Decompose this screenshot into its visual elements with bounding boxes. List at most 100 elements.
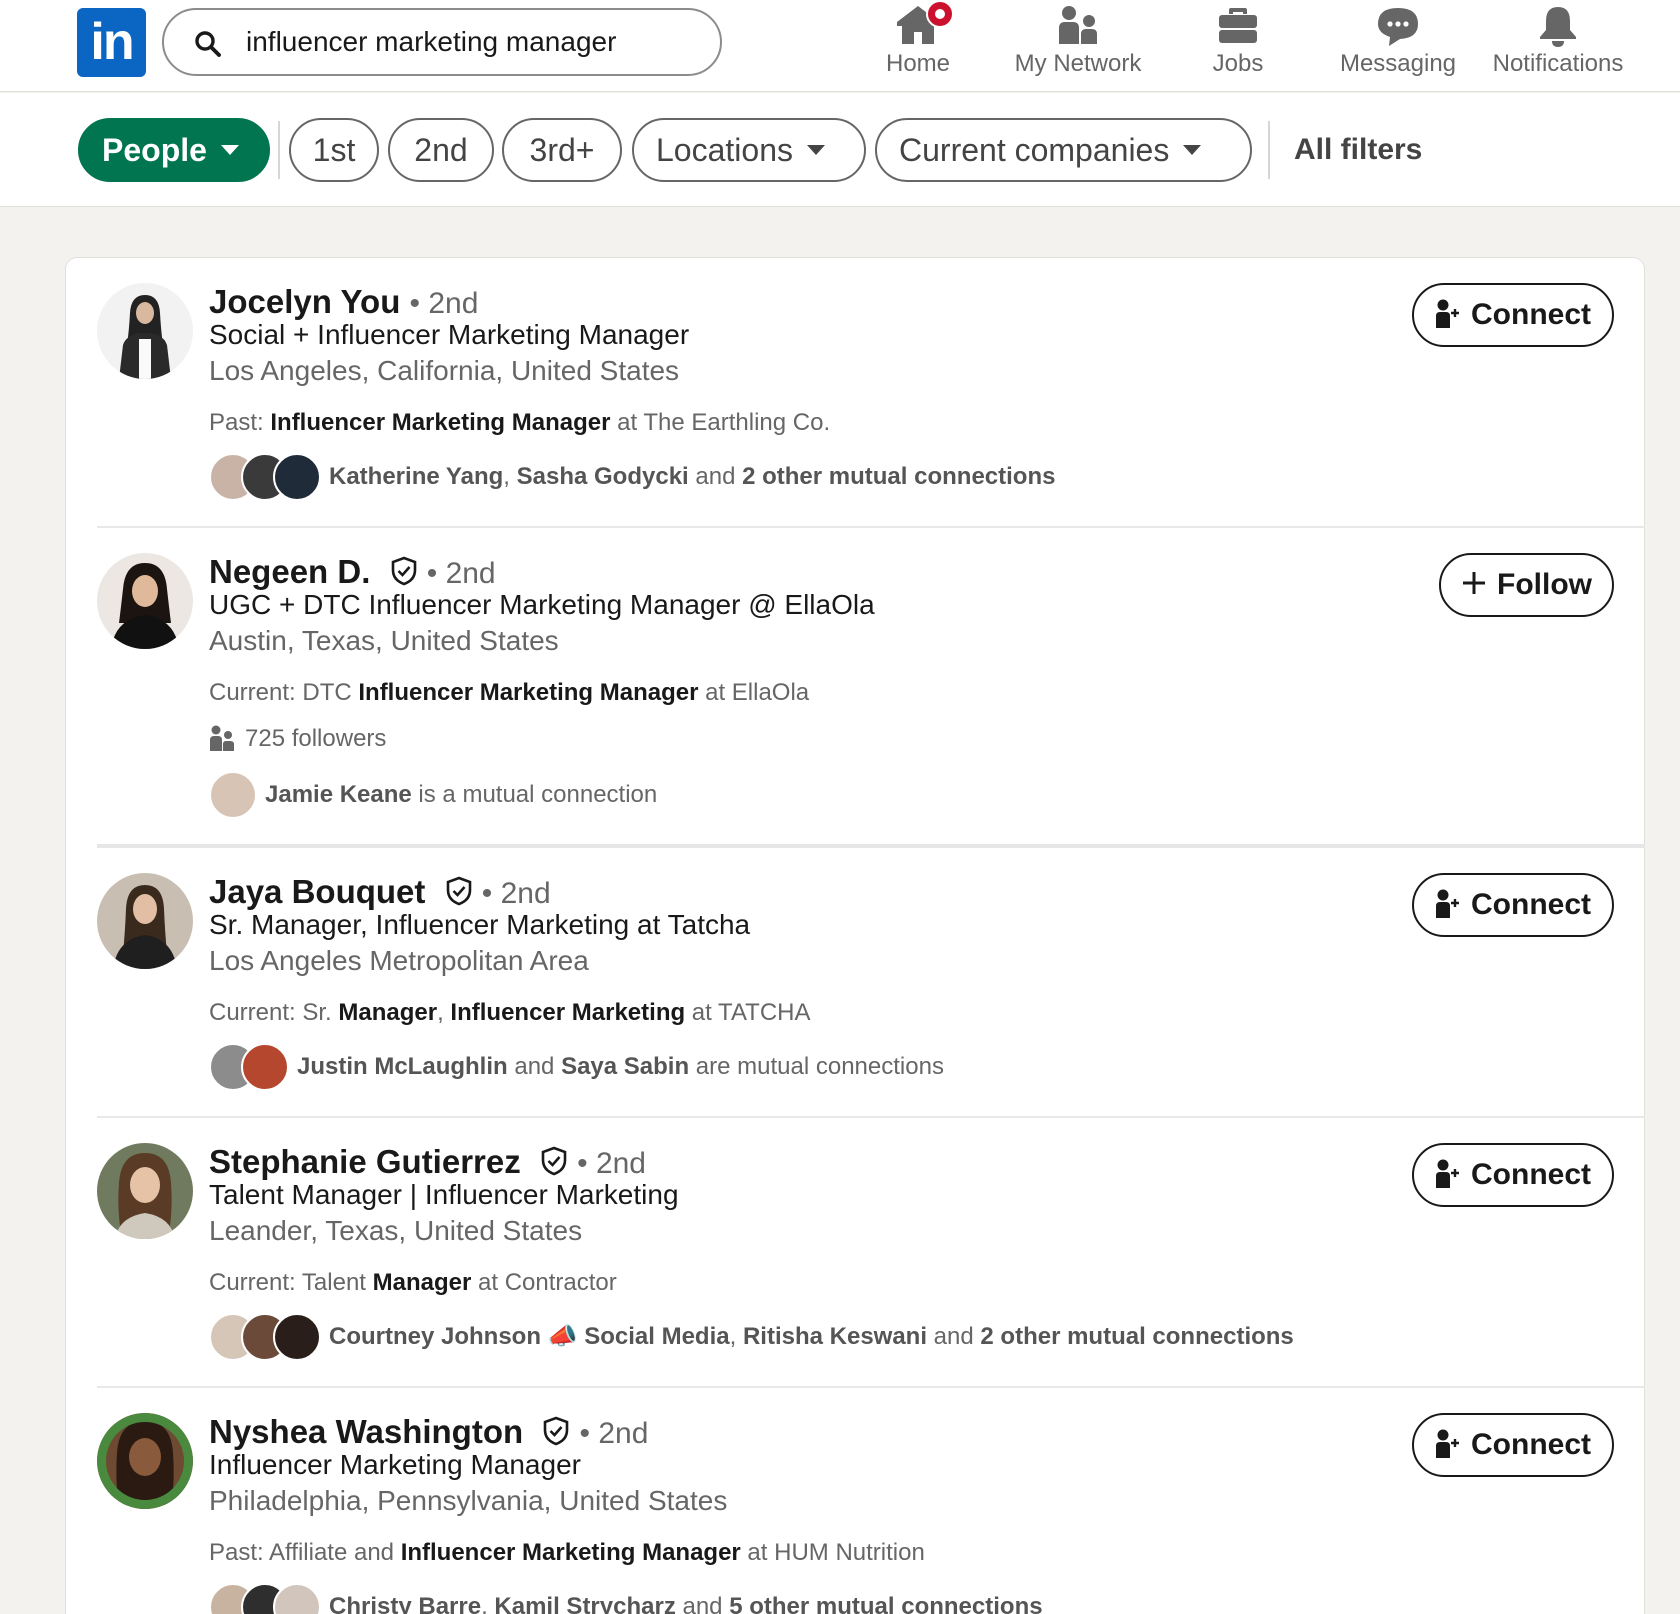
- mutual-name: Ritisha Keswani: [742, 1323, 928, 1350]
- follow-button-label: Follow: [1497, 568, 1592, 601]
- avatar[interactable]: [97, 553, 193, 649]
- profile-name-text[interactable]: Negeen D.: [209, 553, 370, 590]
- briefcase-icon: [1219, 8, 1257, 43]
- snippet-highlight: Influencer Marketing Manager: [400, 1539, 741, 1566]
- profile-headline: Talent Manager | Influencer Marketing: [209, 1179, 679, 1210]
- avatar[interactable]: [97, 1143, 193, 1239]
- profile-name[interactable]: Stephanie Gutierrez • 2nd: [209, 1143, 646, 1181]
- verified-icon: [544, 1416, 569, 1446]
- mutual-name: Christy Barre: [329, 1593, 482, 1614]
- add-person-icon: [1436, 1429, 1459, 1459]
- result-divider: [97, 1116, 1645, 1118]
- search-input[interactable]: influencer marketing manager: [162, 8, 722, 76]
- profile-location: Los Angeles Metropolitan Area: [209, 945, 589, 976]
- snippet-post: at HUM Nutrition: [740, 1539, 925, 1566]
- mutual-others: 2 other mutual connections: [980, 1323, 1294, 1350]
- connect-button[interactable]: Connect: [1412, 283, 1614, 347]
- avatar[interactable]: [97, 873, 193, 969]
- mutual-tail: is a mutual connection: [411, 781, 658, 808]
- mutual-connections-text: Justin McLaughlin and Saya Sabin are mut…: [297, 1043, 944, 1091]
- mutual-connections[interactable]: Christy Barre, Kamil Strycharz and 5 oth…: [209, 1583, 1209, 1614]
- mutual-connections[interactable]: Justin McLaughlin and Saya Sabin are mut…: [209, 1043, 1109, 1091]
- all-filters-button[interactable]: All filters: [1294, 118, 1422, 182]
- filter-divider: [278, 121, 280, 179]
- mutual-connections[interactable]: Katherine Yang, Sasha Godycki and 2 othe…: [209, 453, 1109, 501]
- filter-divider: [1268, 121, 1270, 179]
- current-companies-filter[interactable]: Current companies: [875, 118, 1252, 182]
- mutual-connections[interactable]: Courtney Johnson 📣 Social Media, Ritisha…: [209, 1313, 1409, 1361]
- linkedin-logo[interactable]: in: [77, 8, 146, 77]
- profile-name[interactable]: Negeen D. • 2nd: [209, 553, 496, 591]
- mutual-separator: ,: [481, 1593, 495, 1614]
- mutual-connections-text: Christy Barre, Kamil Strycharz and 5 oth…: [329, 1583, 1043, 1614]
- plus-icon: [1463, 572, 1485, 595]
- mutual-avatar: [273, 1313, 321, 1361]
- messaging-icon: [1378, 8, 1418, 46]
- mutual-and: and: [927, 1323, 981, 1350]
- people-filter[interactable]: People: [78, 118, 270, 182]
- nav-my-network[interactable]: My Network: [998, 0, 1158, 88]
- profile-name[interactable]: Jocelyn You • 2nd: [209, 283, 478, 321]
- snippet-mid: ,: [437, 999, 451, 1026]
- mutual-name: Jamie Keane: [265, 781, 412, 808]
- mutual-connections-text: Jamie Keane is a mutual connection: [265, 771, 657, 819]
- caret-down-icon: [220, 144, 239, 155]
- mutual-others: 5 other mutual connections: [729, 1593, 1043, 1614]
- profile-name-text[interactable]: Jocelyn You: [209, 283, 400, 320]
- snippet-pre: Past:: [209, 409, 271, 436]
- profile-name-text[interactable]: Jaya Bouquet: [209, 873, 425, 910]
- profile-snippet: Past: Influencer Marketing Manager at Th…: [209, 409, 830, 437]
- mutual-connections[interactable]: Jamie Keane is a mutual connection: [209, 771, 809, 819]
- add-person-icon: [1436, 889, 1459, 919]
- profile-name-text[interactable]: Nyshea Washington: [209, 1413, 523, 1450]
- filter-1st[interactable]: 1st: [289, 118, 379, 182]
- caret-down-icon: [806, 144, 825, 155]
- profile-name[interactable]: Jaya Bouquet • 2nd: [209, 873, 551, 911]
- mutual-separator: ,: [503, 463, 517, 490]
- snippet-post: at The Earthling Co.: [610, 409, 831, 436]
- mutual-and: and: [688, 463, 743, 490]
- filter-3rd[interactable]: 3rd+: [502, 118, 622, 182]
- mutual-connections-text: Courtney Johnson 📣 Social Media, Ritisha…: [329, 1313, 1294, 1361]
- filter-2nd[interactable]: 2nd: [388, 118, 494, 182]
- network-icon: [1059, 6, 1097, 44]
- nav-jobs[interactable]: Jobs: [1158, 0, 1318, 88]
- snippet-post: at Contractor: [471, 1269, 617, 1296]
- search-filter-bar: People 1st 2nd 3rd+ Locations Current co…: [0, 93, 1680, 207]
- connection-degree: • 2nd: [426, 557, 496, 590]
- connection-degree-value: 2nd: [500, 877, 551, 910]
- connect-button[interactable]: Connect: [1412, 1143, 1614, 1207]
- snippet-pre: Past: Affiliate and: [209, 1539, 401, 1566]
- follower-count-text: 725 followers: [245, 725, 387, 752]
- notification-badge: [926, 0, 954, 28]
- locations-filter-label: Locations: [656, 132, 793, 168]
- mutual-tail: are mutual connections: [689, 1053, 944, 1080]
- nav-notifications[interactable]: Notifications: [1478, 0, 1638, 88]
- follower-count: 725 followers: [209, 724, 386, 754]
- avatar[interactable]: [97, 283, 193, 379]
- follow-button[interactable]: Follow: [1439, 553, 1614, 617]
- result-divider: [97, 1386, 1645, 1388]
- profile-location: Los Angeles, California, United States: [209, 355, 680, 386]
- search-value[interactable]: influencer marketing manager: [246, 10, 616, 74]
- connection-degree: • 2nd: [409, 287, 479, 320]
- snippet-highlight: Influencer Marketing Manager: [358, 679, 699, 706]
- snippet-post: at EllaOla: [698, 679, 810, 706]
- profile-name[interactable]: Nyshea Washington • 2nd: [209, 1413, 648, 1451]
- nav-messaging[interactable]: Messaging: [1318, 0, 1478, 88]
- profile-headline: Influencer Marketing Manager: [209, 1449, 581, 1480]
- locations-filter[interactable]: Locations: [632, 118, 866, 182]
- profile-snippet: Current: Sr. Manager, Influencer Marketi…: [209, 999, 811, 1027]
- mutual-name: Saya Sabin: [561, 1053, 690, 1080]
- profile-location: Austin, Texas, United States: [209, 625, 559, 656]
- connect-button[interactable]: Connect: [1412, 1413, 1614, 1477]
- connect-button[interactable]: Connect: [1412, 873, 1614, 937]
- snippet-pre: Current: Sr.: [209, 999, 339, 1026]
- mutual-separator: ,: [729, 1323, 743, 1350]
- profile-name-text[interactable]: Stephanie Gutierrez: [209, 1143, 521, 1180]
- search-icon: [195, 31, 221, 57]
- verified-icon: [541, 1146, 567, 1176]
- avatar[interactable]: [97, 1413, 193, 1509]
- add-person-icon: [1436, 1159, 1459, 1189]
- nav-home[interactable]: Home: [838, 0, 998, 88]
